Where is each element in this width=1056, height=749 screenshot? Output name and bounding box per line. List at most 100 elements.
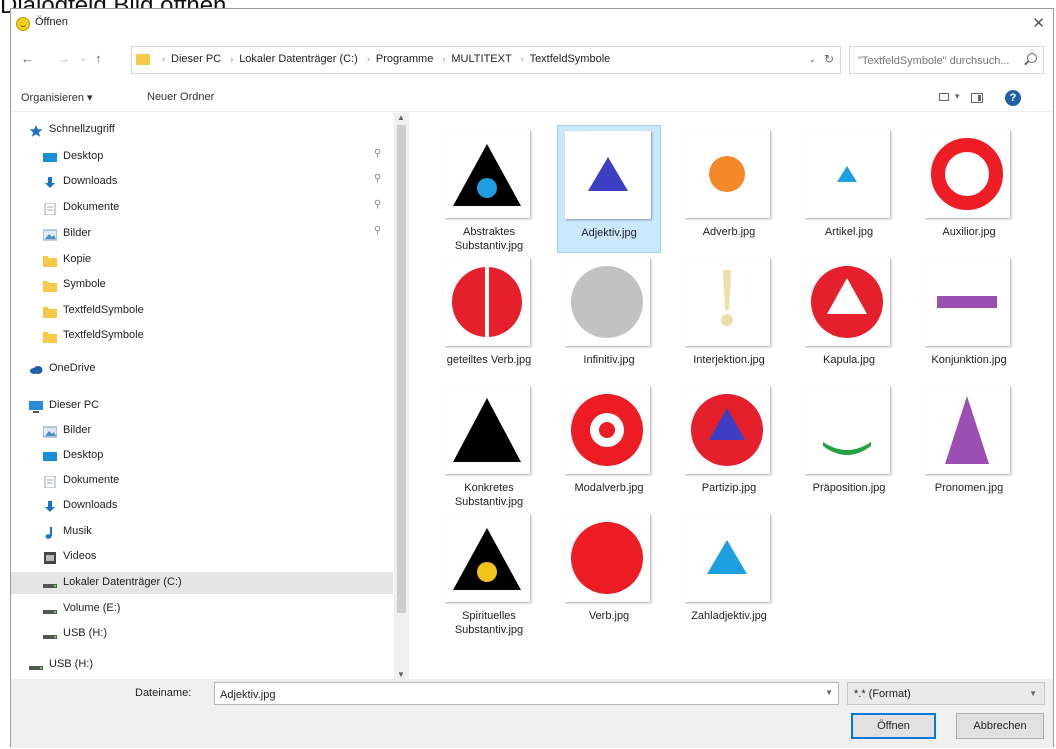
sidebar-item[interactable]: Kopie: [11, 249, 393, 271]
sidebar-item[interactable]: Dokumente: [11, 470, 393, 492]
file-item[interactable]: Zahladjektiv.jpg: [677, 509, 781, 637]
thumbnail-red-ring: [924, 130, 1010, 218]
file-item[interactable]: Kapula.jpg: [797, 253, 901, 381]
chevron-down-icon[interactable]: ▼: [825, 688, 833, 697]
chevron-right-icon: ›: [442, 54, 446, 64]
pin-icon[interactable]: ⚲: [374, 225, 381, 236]
drive-icon: [43, 603, 57, 615]
folder-icon: [43, 254, 57, 267]
preview-pane-button[interactable]: [971, 93, 983, 103]
breadcrumb-item[interactable]: Programme: [376, 53, 433, 65]
document-icon: [43, 202, 57, 216]
sidebar-item[interactable]: USB (H:): [11, 654, 393, 676]
organize-button[interactable]: Organisieren ▾: [21, 91, 93, 104]
filetype-select[interactable]: *.* (Format) ▼: [847, 682, 1045, 705]
sidebar-item[interactable]: Downloads: [11, 495, 393, 517]
pin-icon[interactable]: ⚲: [374, 173, 381, 184]
sidebar-item-label: Schnellzugriff: [49, 123, 115, 135]
view-options-button[interactable]: ▾: [935, 90, 965, 106]
music-icon: [43, 526, 57, 539]
thumbnail-small-light-blue-triangle: [804, 130, 890, 218]
file-item[interactable]: Pronomen.jpg: [917, 381, 1021, 509]
file-item[interactable]: Interjektion.jpg: [677, 253, 781, 381]
help-icon[interactable]: ?: [1005, 90, 1021, 106]
file-item[interactable]: Verb.jpg: [557, 509, 661, 637]
file-item[interactable]: Konkretes Substantiv.jpg: [437, 381, 541, 509]
sidebar-item-label: USB (H:): [49, 658, 93, 670]
recent-locations-button[interactable]: ⌄: [79, 51, 87, 67]
thumbnail-red-circle-white-triangle: [804, 258, 890, 346]
pin-icon[interactable]: ⚲: [374, 199, 381, 210]
file-name: Kapula.jpg: [823, 354, 875, 366]
sidebar-item[interactable]: Dieser PC: [11, 395, 393, 417]
breadcrumb-item[interactable]: Dieser PC: [171, 53, 221, 65]
file-item[interactable]: Modalverb.jpg: [557, 381, 661, 509]
file-item[interactable]: Partizip.jpg: [677, 381, 781, 509]
sidebar-item-label: TextfeldSymbole: [63, 304, 144, 316]
cancel-button[interactable]: Abbrechen: [956, 713, 1044, 739]
scrollbar-thumb[interactable]: [397, 125, 406, 613]
file-item[interactable]: Präposition.jpg: [797, 381, 901, 509]
sidebar-item[interactable]: Symbole: [11, 274, 393, 296]
breadcrumb: › Dieser PC › Lokaler Datenträger (C:) › Pr…: [156, 53, 610, 65]
search-icon[interactable]: [1027, 53, 1037, 63]
sidebar-item[interactable]: Lokaler Datenträger (C:): [11, 572, 393, 594]
sidebar-item[interactable]: USB (H:): [11, 623, 393, 645]
file-item[interactable]: Adjektiv.jpg: [557, 125, 661, 253]
sidebar-item[interactable]: Dokumente ⚲: [11, 197, 393, 219]
file-name: Abstraktes Substantiv.jpg: [454, 226, 524, 252]
view-icon: [939, 93, 949, 101]
thumbnail-orange-circle: [684, 130, 770, 218]
file-name: Konkretes Substantiv.jpg: [454, 482, 524, 508]
nav-scrollbar[interactable]: ▲ ▼: [394, 113, 409, 679]
sidebar-item-label: Dieser PC: [49, 399, 100, 411]
close-icon[interactable]: ✕: [1032, 14, 1045, 32]
scroll-up-icon[interactable]: ▲: [397, 113, 405, 122]
file-item[interactable]: Abstraktes Substantiv.jpg: [437, 125, 541, 253]
filename-input[interactable]: [218, 684, 812, 705]
open-button[interactable]: Öffnen: [851, 713, 936, 739]
pin-icon[interactable]: ⚲: [374, 148, 381, 159]
file-item[interactable]: Adverb.jpg: [677, 125, 781, 253]
sidebar-item[interactable]: Desktop ⚲: [11, 146, 393, 168]
address-bar[interactable]: › Dieser PC › Lokaler Datenträger (C:) › Pr…: [131, 46, 841, 74]
sidebar-item[interactable]: Videos: [11, 546, 393, 568]
sidebar-item[interactable]: Volume (E:): [11, 598, 393, 620]
file-item[interactable]: Spirituelles Substantiv.jpg: [437, 509, 541, 637]
new-folder-button[interactable]: Neuer Ordner: [147, 91, 214, 103]
sidebar-item[interactable]: Schnellzugriff: [11, 119, 393, 141]
sidebar-item-label: Videos: [63, 550, 97, 562]
file-name: Artikel.jpg: [824, 226, 874, 238]
sidebar-item[interactable]: Desktop: [11, 445, 393, 467]
breadcrumb-item[interactable]: MULTITEXT: [451, 53, 511, 65]
star-icon: [29, 124, 43, 137]
scroll-down-icon[interactable]: ▼: [397, 670, 405, 679]
sidebar-item-label: Dokumente: [63, 201, 120, 213]
refresh-icon[interactable]: ↻: [824, 52, 834, 66]
up-button[interactable]: ↑: [95, 51, 102, 67]
thumbnail-green-arc: [804, 386, 890, 474]
sidebar-item[interactable]: TextfeldSymbole: [11, 325, 393, 347]
file-item[interactable]: Konjunktion.jpg: [917, 253, 1021, 381]
thumbnail-black-triangle: [444, 386, 530, 474]
sidebar-item[interactable]: Downloads ⚲: [11, 171, 393, 193]
breadcrumb-item[interactable]: TextfeldSymbole: [530, 53, 611, 65]
file-item[interactable]: Infinitiv.jpg: [557, 253, 661, 381]
sidebar-item[interactable]: TextfeldSymbole: [11, 300, 393, 322]
folder-icon: [43, 330, 57, 343]
sidebar-item[interactable]: Bilder: [11, 420, 393, 442]
breadcrumb-item[interactable]: Lokaler Datenträger (C:): [239, 53, 358, 65]
forward-button[interactable]: →: [57, 51, 70, 67]
sidebar-item[interactable]: Bilder ⚲: [11, 223, 393, 245]
sidebar-item-label: Symbole: [63, 278, 106, 290]
file-item[interactable]: geteiltes Verb.jpg: [437, 253, 541, 381]
sidebar-item[interactable]: Musik: [11, 521, 393, 543]
file-item[interactable]: Auxilior.jpg: [917, 125, 1021, 253]
file-name: Konjunktion.jpg: [931, 354, 1007, 366]
sidebar-item[interactable]: OneDrive: [11, 358, 393, 380]
chevron-down-icon[interactable]: ⌄: [808, 54, 816, 65]
back-button[interactable]: ←: [21, 51, 34, 67]
drive-icon: [43, 628, 57, 640]
search-input[interactable]: [856, 49, 1025, 73]
file-item[interactable]: Artikel.jpg: [797, 125, 901, 253]
